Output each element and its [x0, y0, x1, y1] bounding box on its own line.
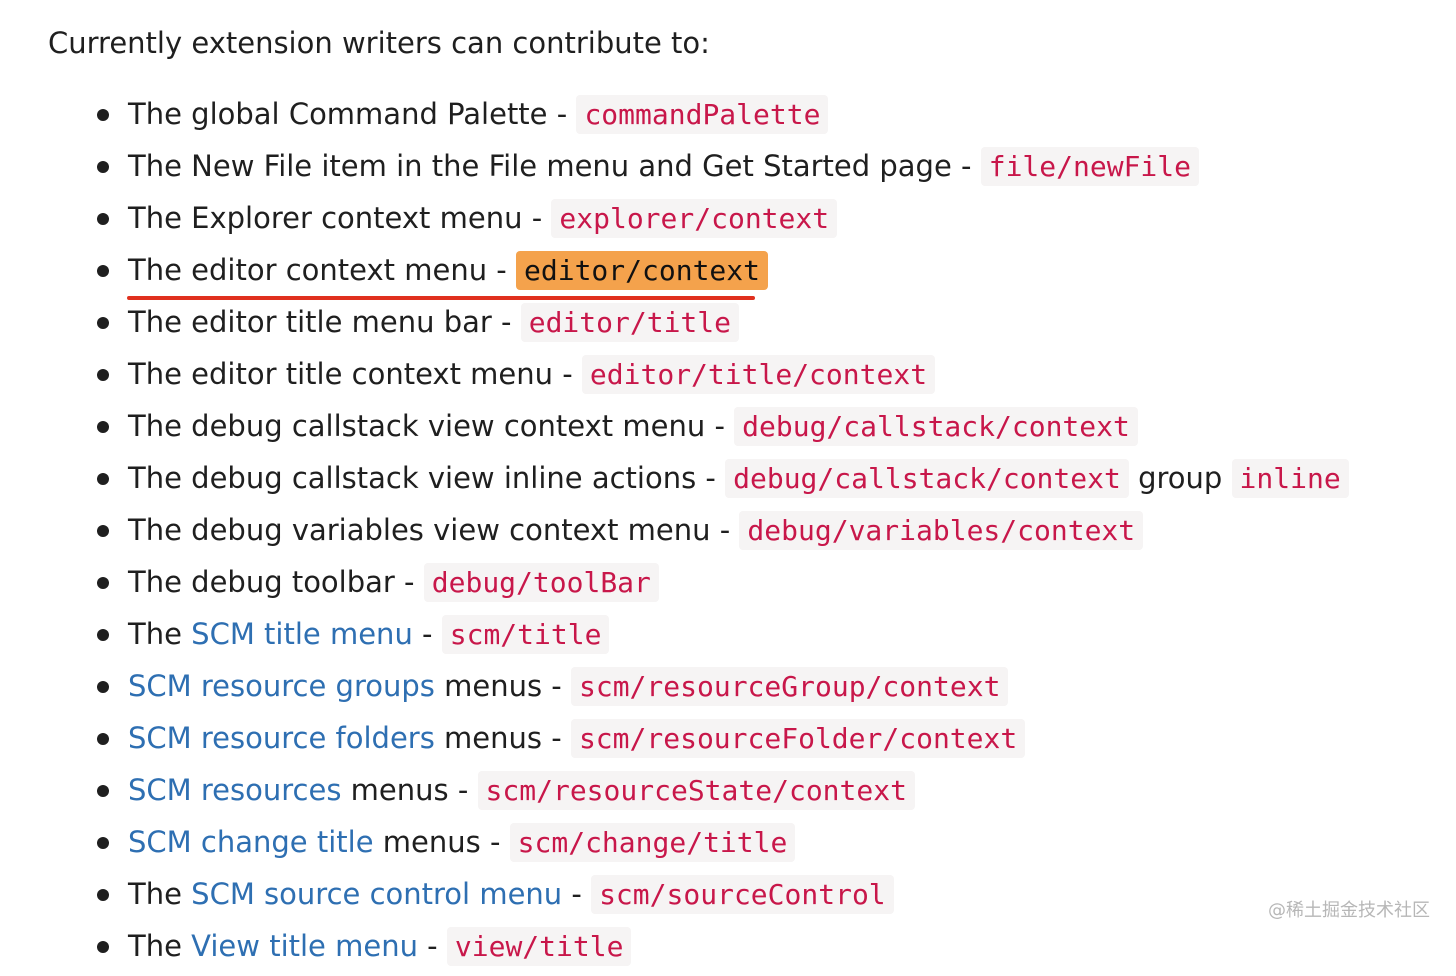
- menu-id: scm/resourceFolder/context: [570, 719, 1026, 758]
- bullet-icon: [97, 629, 109, 641]
- item-text: menus -: [373, 825, 510, 859]
- item-link[interactable]: View title menu: [191, 929, 418, 963]
- menu-id: scm/resourceState/context: [477, 771, 915, 810]
- item-text: group: [1128, 461, 1232, 495]
- list-item: The debug callstack view inline actions …: [0, 456, 1456, 508]
- menu-id: editor/title/context: [581, 355, 936, 394]
- list-item: The editor title menu bar - editor/title: [0, 300, 1456, 352]
- bullet-icon: [97, 421, 109, 433]
- list-item: SCM resource groups menus - scm/resource…: [0, 664, 1456, 716]
- menu-id: scm/change/title: [509, 823, 796, 862]
- menu-id: file/newFile: [980, 147, 1200, 186]
- bullet-icon: [97, 369, 109, 381]
- menu-id: scm/resourceGroup/context: [570, 667, 1009, 706]
- menu-id: inline: [1231, 459, 1349, 498]
- list-item: SCM resource folders menus - scm/resourc…: [0, 716, 1456, 768]
- item-text: menus -: [434, 669, 571, 703]
- contribution-points-list: The global Command Palette - commandPale…: [0, 92, 1456, 976]
- item-link[interactable]: SCM title menu: [191, 617, 413, 651]
- item-text: The editor context menu -: [128, 253, 516, 287]
- bullet-icon: [97, 317, 109, 329]
- bullet-icon: [97, 577, 109, 589]
- item-link[interactable]: SCM resources: [128, 773, 341, 807]
- menu-id: debug/toolBar: [423, 563, 659, 602]
- list-item: The SCM source control menu - scm/source…: [0, 872, 1456, 924]
- item-text: The: [128, 877, 192, 911]
- menu-id: commandPalette: [576, 95, 829, 134]
- item-text: The global Command Palette -: [128, 97, 577, 131]
- list-item: The Explorer context menu - explorer/con…: [0, 196, 1456, 248]
- item-link[interactable]: SCM source control menu: [191, 877, 562, 911]
- bullet-icon: [97, 265, 109, 277]
- bullet-icon: [97, 941, 109, 953]
- item-link[interactable]: SCM resource folders: [128, 721, 435, 755]
- menu-id: scm/title: [441, 615, 610, 654]
- item-text: The editor title menu bar -: [128, 305, 521, 339]
- list-item: The New File item in the File menu and G…: [0, 144, 1456, 196]
- list-item: The editor title context menu - editor/t…: [0, 352, 1456, 404]
- item-text: -: [562, 877, 592, 911]
- menu-id: explorer/context: [551, 199, 838, 238]
- intro-text: Currently extension writers can contribu…: [48, 26, 710, 60]
- bullet-icon: [97, 837, 109, 849]
- menu-id: scm/sourceControl: [591, 875, 894, 914]
- list-item: The global Command Palette - commandPale…: [0, 92, 1456, 144]
- list-item: The debug toolbar - debug/toolBar: [0, 560, 1456, 612]
- bullet-icon: [97, 213, 109, 225]
- item-text: The: [128, 929, 192, 963]
- bullet-icon: [97, 525, 109, 537]
- bullet-icon: [97, 161, 109, 173]
- item-text: The debug toolbar -: [128, 565, 424, 599]
- bullet-icon: [97, 785, 109, 797]
- item-link[interactable]: SCM change title: [128, 825, 374, 859]
- item-text: The Explorer context menu -: [128, 201, 552, 235]
- list-item: The editor context menu - editor/context: [0, 248, 1456, 300]
- bullet-icon: [97, 733, 109, 745]
- item-text: The: [128, 617, 192, 651]
- list-item: The debug variables view context menu - …: [0, 508, 1456, 560]
- list-item: The SCM title menu - scm/title: [0, 612, 1456, 664]
- item-text: The debug callstack view context menu -: [128, 409, 735, 443]
- menu-id: debug/callstack/context: [725, 459, 1129, 498]
- list-item: SCM change title menus - scm/change/titl…: [0, 820, 1456, 872]
- menu-id: debug/callstack/context: [734, 407, 1138, 446]
- item-text: The New File item in the File menu and G…: [128, 149, 981, 183]
- item-text: -: [412, 617, 442, 651]
- list-item: The debug callstack view context menu - …: [0, 404, 1456, 456]
- bullet-icon: [97, 473, 109, 485]
- bullet-icon: [97, 681, 109, 693]
- menu-id: view/title: [446, 927, 632, 966]
- bullet-icon: [97, 109, 109, 121]
- item-text: The debug callstack view inline actions …: [128, 461, 726, 495]
- list-item: The View title menu - view/title: [0, 924, 1456, 976]
- item-text: The debug variables view context menu -: [128, 513, 740, 547]
- bullet-icon: [97, 889, 109, 901]
- item-text: -: [417, 929, 447, 963]
- watermark: @稀土掘金技术社区: [1268, 900, 1430, 921]
- item-link[interactable]: SCM resource groups: [128, 669, 435, 703]
- menu-id: debug/variables/context: [739, 511, 1144, 550]
- item-text: menus -: [341, 773, 478, 807]
- item-text: menus -: [434, 721, 571, 755]
- list-item: SCM resources menus - scm/resourceState/…: [0, 768, 1456, 820]
- highlighted-menu-id: editor/context: [516, 251, 769, 290]
- menu-id: editor/title: [520, 303, 740, 342]
- item-text: The editor title context menu -: [128, 357, 582, 391]
